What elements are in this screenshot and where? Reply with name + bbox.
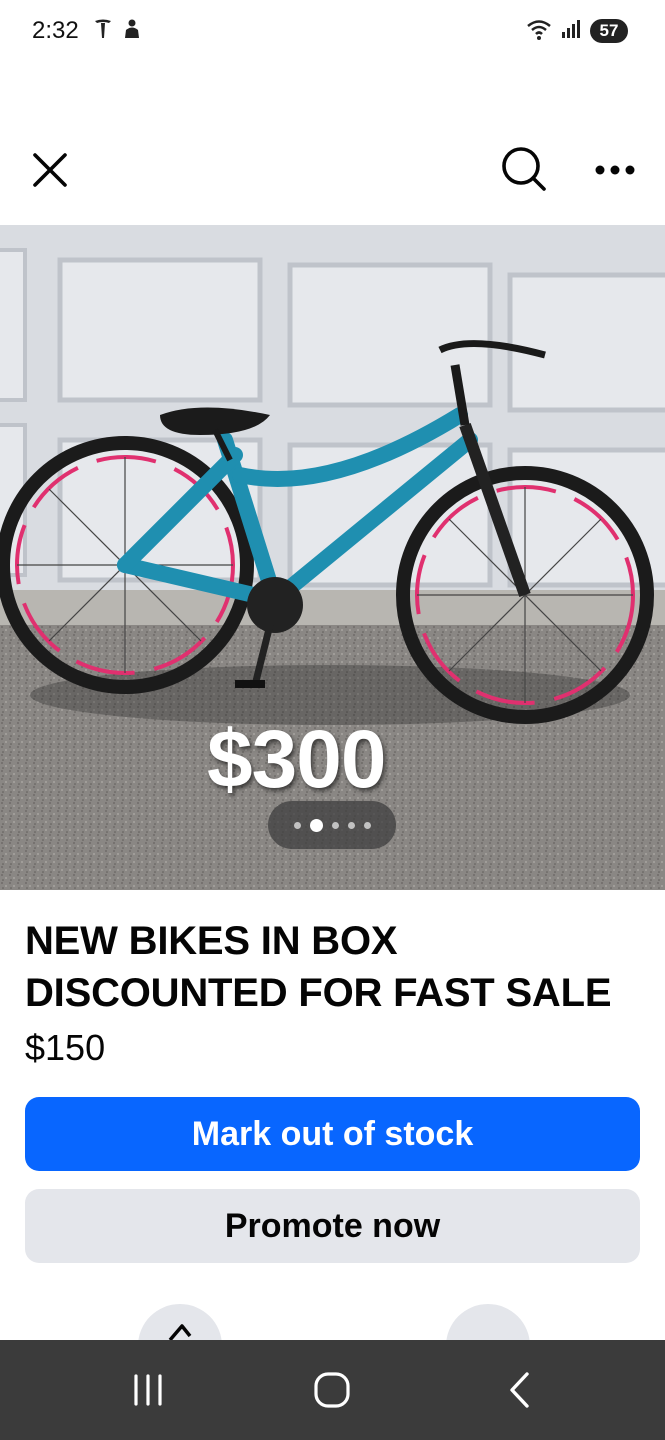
more-options-icon[interactable] (586, 140, 646, 200)
close-icon[interactable] (20, 140, 80, 200)
status-time: 2:32 (32, 17, 79, 44)
battery-icon: 57 (590, 19, 628, 43)
top-bar (0, 130, 665, 210)
carousel-indicator[interactable] (268, 801, 396, 849)
carousel-dot[interactable] (363, 821, 371, 829)
recent-apps-icon[interactable] (118, 1365, 178, 1415)
carousel-dot[interactable] (293, 821, 301, 829)
price-overlay: $300 (207, 714, 386, 805)
back-icon[interactable] (490, 1365, 550, 1415)
promote-now-button[interactable]: Promote now (25, 1189, 640, 1263)
search-icon[interactable] (494, 140, 554, 200)
listing-title: NEW BIKES IN BOX DISCOUNTED FOR FAST SAL… (25, 919, 612, 1015)
notification-icon (122, 18, 142, 45)
carousel-dot[interactable] (331, 821, 339, 829)
tesla-icon (93, 18, 113, 45)
system-nav-bar (0, 1340, 665, 1440)
wifi-icon (526, 18, 554, 47)
mark-out-of-stock-button[interactable]: Mark out of stock (25, 1097, 640, 1171)
carousel-dot-active[interactable] (309, 818, 323, 832)
home-icon[interactable] (302, 1365, 362, 1415)
listing-photo[interactable]: $300 (0, 225, 665, 890)
share-icon (168, 1324, 192, 1342)
listing-price: $150 (25, 1027, 106, 1068)
signal-icon (560, 18, 582, 45)
carousel-dot[interactable] (347, 821, 355, 829)
status-bar: 2:32 57 (0, 0, 665, 64)
